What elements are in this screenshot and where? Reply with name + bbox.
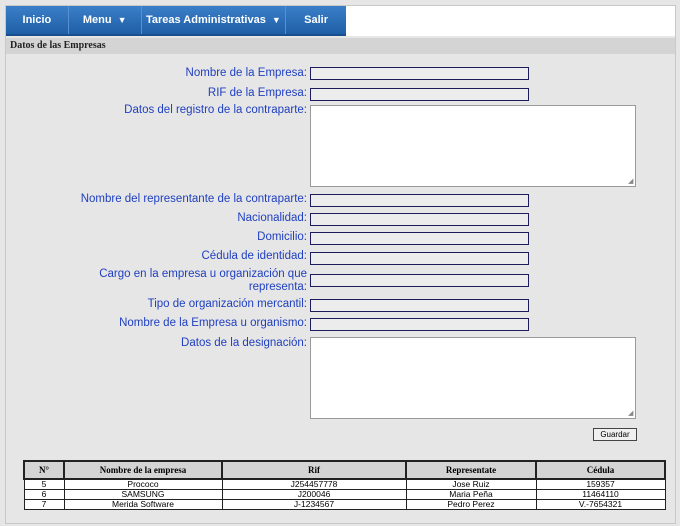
representante-field[interactable] — [310, 194, 529, 207]
registro-textarea[interactable]: ◢ — [310, 105, 636, 187]
col-header-numero: N° — [23, 460, 65, 480]
page-frame: Inicio Menu ▼ Tareas Administrativas ▼ Sal… — [5, 5, 676, 524]
cell-cedula: 11464110 — [535, 489, 666, 500]
cargo-field[interactable] — [310, 274, 529, 287]
cell-rif: J254457778 — [221, 478, 407, 490]
label-representante: Nombre del representante de la contrapar… — [80, 193, 307, 205]
label-cargo: Cargo en la empresa u organización que r… — [46, 268, 307, 294]
cell-cedula: 159357 — [535, 478, 666, 490]
label-tipo-org: Tipo de organización mercantil: — [147, 298, 307, 310]
cell-numero: 5 — [23, 478, 65, 490]
cell-representante: Pedro Perez — [405, 499, 537, 510]
label-domicilio: Domicilio: — [257, 231, 307, 243]
col-header-rif: Rif — [221, 460, 407, 480]
col-header-representante: Representate — [405, 460, 537, 480]
table-row[interactable]: 7 Merida Software J-1234567 Pedro Perez … — [23, 499, 666, 510]
nav-inicio-label: Inicio — [22, 14, 52, 26]
designacion-textarea[interactable]: ◢ — [310, 337, 636, 419]
cedula-field[interactable] — [310, 252, 529, 265]
cell-nombre: Prococo — [63, 478, 223, 490]
table-row[interactable]: 5 Prococo J254457778 Jose Ruiz 159357 — [23, 478, 666, 490]
cell-cedula: V.-7654321 — [535, 499, 666, 510]
cell-rif: J200046 — [221, 489, 407, 500]
chevron-down-icon: ▼ — [117, 15, 127, 25]
label-cargo-line1: Cargo en la empresa u organización que — [99, 268, 307, 280]
nav-salir[interactable]: Salir — [286, 6, 346, 34]
cell-representante: Jose Ruiz — [405, 478, 537, 490]
guardar-button[interactable]: Guardar — [593, 428, 637, 441]
cell-rif: J-1234567 — [221, 499, 407, 510]
table-row[interactable]: 6 SAMSUNG J200046 Maria Peña 11464110 — [23, 489, 666, 500]
label-cedula: Cédula de identidad: — [201, 250, 308, 262]
cell-numero: 7 — [23, 499, 65, 510]
section-title: Datos de las Empresas — [10, 40, 106, 51]
label-nacionalidad: Nacionalidad: — [237, 212, 307, 224]
domicilio-field[interactable] — [310, 232, 529, 245]
label-cargo-line2: representa: — [248, 281, 307, 293]
resize-handle-icon[interactable]: ◢ — [628, 178, 634, 185]
nombre-empresa-field[interactable] — [310, 67, 529, 80]
nombre-org-field[interactable] — [310, 318, 529, 331]
cell-nombre: SAMSUNG — [63, 489, 223, 500]
col-header-nombre: Nombre de la empresa — [63, 460, 223, 480]
label-nombre-org: Nombre de la Empresa u organismo: — [119, 317, 307, 329]
nav-menu-label: Menu — [82, 14, 112, 26]
section-header: Datos de las Empresas — [6, 38, 675, 54]
nav-inicio[interactable]: Inicio — [6, 6, 69, 34]
label-registro: Datos del registro de la contraparte: — [124, 104, 307, 116]
cell-representante: Maria Peña — [405, 489, 537, 500]
nav-menu[interactable]: Menu ▼ — [69, 6, 142, 34]
rif-field[interactable] — [310, 88, 529, 101]
nav-filler — [346, 6, 675, 36]
resize-handle-icon[interactable]: ◢ — [628, 410, 634, 417]
nacionalidad-field[interactable] — [310, 213, 529, 226]
table-header-row: N° Nombre de la empresa Rif Representate… — [23, 460, 666, 480]
cell-numero: 6 — [23, 489, 65, 500]
label-nombre-empresa: Nombre de la Empresa: — [185, 67, 307, 79]
nav-tareas-administrativas[interactable]: Tareas Administrativas ▼ — [142, 6, 287, 34]
cell-nombre: Merida Software — [63, 499, 223, 510]
nav-salir-label: Salir — [304, 14, 329, 26]
label-rif: RIF de la Empresa: — [207, 87, 307, 99]
col-header-cedula: Cédula — [535, 460, 666, 480]
label-designacion: Datos de la designación: — [181, 337, 307, 349]
tipo-org-field[interactable] — [310, 299, 529, 312]
nav-tareas-label: Tareas Administrativas — [146, 14, 266, 26]
chevron-down-icon: ▼ — [271, 15, 281, 25]
companies-table: N° Nombre de la empresa Rif Representate… — [23, 460, 666, 510]
top-nav: Inicio Menu ▼ Tareas Administrativas ▼ Sal… — [6, 6, 346, 36]
